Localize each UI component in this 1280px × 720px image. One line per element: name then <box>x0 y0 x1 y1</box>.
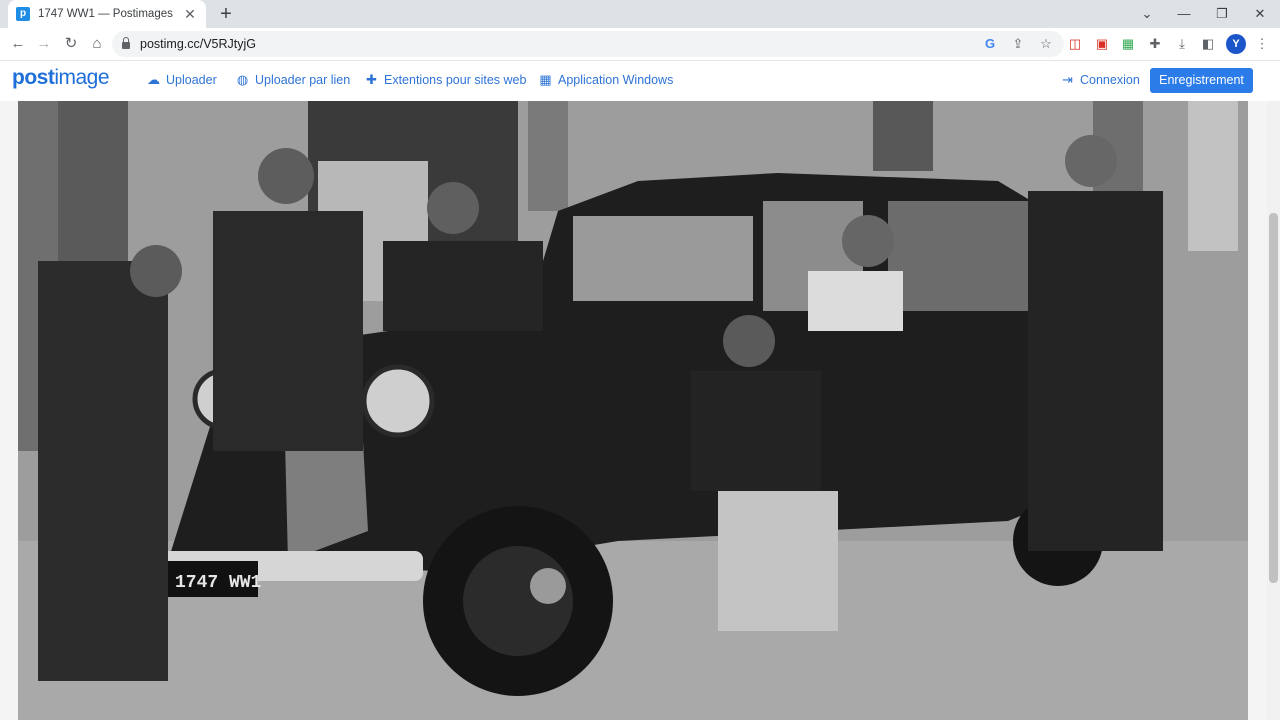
logo-text-thin: image <box>54 66 110 89</box>
tab-search-chevron-icon[interactable]: ⌄ <box>1137 4 1157 24</box>
nav-uploader-par-lien-label: Uploader par lien <box>255 73 351 87</box>
postimage-logo[interactable]: postimage <box>12 66 110 90</box>
new-tab-icon[interactable]: + <box>216 4 236 24</box>
tab-close-icon[interactable]: ✕ <box>182 6 198 22</box>
colorful-extension-icon[interactable]: ▦ <box>1120 36 1136 52</box>
share-icon[interactable]: ⇪ <box>1010 36 1026 52</box>
nav-extensions-label: Extentions pour sites web <box>384 73 527 87</box>
address-bar[interactable]: postimg.cc/V5RJtyjG G ⇪ ☆ <box>112 31 1064 57</box>
forward-icon[interactable]: → <box>34 34 54 54</box>
nav-extensions[interactable]: ✚ Extentions pour sites web <box>364 72 527 88</box>
nav-uploader[interactable]: ☁ Uploader <box>146 72 217 88</box>
minimize-icon[interactable]: — <box>1174 4 1194 24</box>
nav-windows-app-label: Application Windows <box>558 73 674 87</box>
login-link[interactable]: ⇥ Connexion <box>1060 72 1140 88</box>
nav-uploader-par-lien[interactable]: ◍ Uploader par lien <box>235 72 351 88</box>
nav-windows-app[interactable]: ▦ Application Windows <box>538 72 674 88</box>
nav-uploader-label: Uploader <box>166 73 217 87</box>
google-icon[interactable]: G <box>982 36 998 52</box>
tab-title: 1747 WW1 — Postimages <box>38 8 173 20</box>
download-icon[interactable]: ⤓ <box>1174 36 1190 52</box>
home-icon[interactable]: ⌂ <box>87 34 107 54</box>
pdf-extension-icon[interactable]: ▣ <box>1094 36 1110 52</box>
page-scrollbar[interactable] <box>1267 101 1280 720</box>
browser-tabstrip: p 1747 WW1 — Postimages ✕ + ⌄ — ❐ ✕ <box>0 0 1280 28</box>
back-icon[interactable]: ← <box>8 34 28 54</box>
windows-icon: ▦ <box>539 72 552 87</box>
vintage-photo[interactable]: 1747 WW1 <box>18 101 1248 720</box>
star-icon[interactable]: ☆ <box>1038 36 1054 52</box>
globe-icon: ◍ <box>236 72 249 87</box>
site-header: postimage ☁ Uploader ◍ Uploader par lien… <box>0 61 1280 101</box>
extension-shield-icon[interactable]: ◫ <box>1067 36 1083 52</box>
scrollbar-thumb[interactable] <box>1269 213 1278 583</box>
cloud-upload-icon: ☁ <box>147 72 160 87</box>
side-panel-icon[interactable]: ◧ <box>1200 36 1216 52</box>
puzzle-icon: ✚ <box>366 72 377 87</box>
lock-icon[interactable] <box>122 37 130 49</box>
menu-icon[interactable]: ⋮ <box>1254 36 1270 52</box>
postimages-favicon-icon: p <box>16 7 30 21</box>
image-viewer: 1747 WW1 <box>0 101 1267 720</box>
restore-icon[interactable]: ❐ <box>1212 4 1232 24</box>
license-plate-text: 1747 WW1 <box>175 573 262 593</box>
reload-icon[interactable]: ↻ <box>61 34 81 54</box>
browser-tab[interactable]: p 1747 WW1 — Postimages ✕ <box>8 0 206 28</box>
browser-toolbar: ← → ↻ ⌂ postimg.cc/V5RJtyjG G ⇪ ☆ ◫ ▣ ▦ … <box>0 28 1280 61</box>
register-button[interactable]: Enregistrement <box>1150 68 1253 93</box>
profile-avatar[interactable]: Y <box>1226 34 1246 54</box>
close-window-icon[interactable]: ✕ <box>1250 4 1270 24</box>
sign-in-icon: ⇥ <box>1062 72 1073 87</box>
logo-text-bold: post <box>12 66 55 89</box>
photo-illustration: 1747 WW1 <box>18 101 1248 720</box>
login-label: Connexion <box>1080 73 1140 87</box>
puzzle-extensions-icon[interactable]: ✚ <box>1147 36 1163 52</box>
url-text[interactable]: postimg.cc/V5RJtyjG <box>140 37 256 51</box>
